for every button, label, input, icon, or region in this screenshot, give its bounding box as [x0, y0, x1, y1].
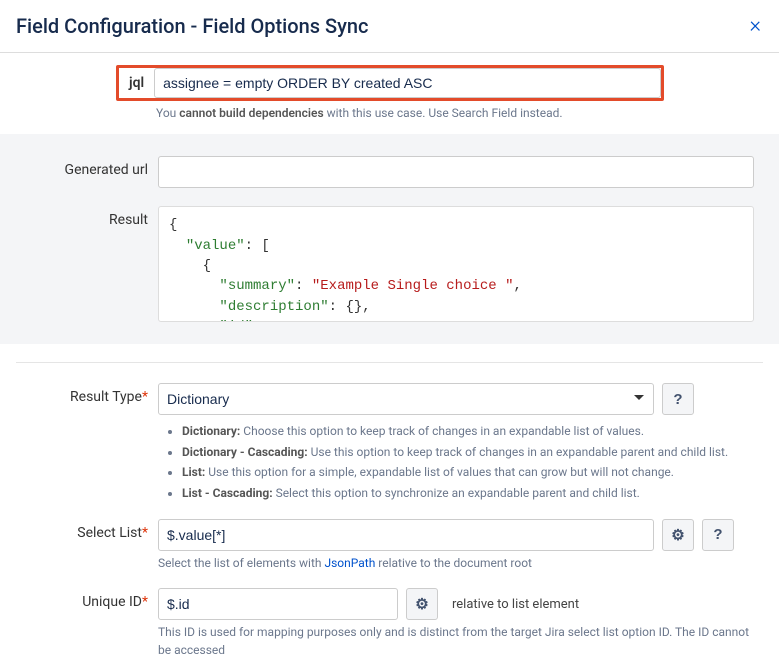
result-type-select[interactable]: Dictionary	[158, 383, 654, 415]
result-label: Result	[16, 206, 158, 228]
select-list-label: Select List*	[16, 519, 158, 541]
help-icon[interactable]: ?	[662, 383, 694, 415]
gear-icon[interactable]: ⚙	[406, 588, 438, 620]
dialog-title: Field Configuration - Field Options Sync	[16, 14, 369, 38]
help-icon[interactable]: ?	[702, 519, 734, 551]
jql-input[interactable]	[154, 68, 661, 98]
close-icon[interactable]: ×	[749, 15, 761, 37]
unique-id-hint: This ID is used for mapping purposes onl…	[158, 624, 763, 659]
result-json: { "value": [ { "summary": "Example Singl…	[158, 206, 754, 322]
unique-id-input[interactable]	[158, 588, 398, 620]
select-list-hint: Select the list of elements with JsonPat…	[158, 555, 763, 572]
unique-id-inline-note: relative to list element	[452, 597, 579, 612]
jql-hint: You cannot build dependencies with this …	[156, 105, 763, 122]
jql-group: jql	[116, 65, 664, 101]
generated-url-input[interactable]	[158, 156, 754, 188]
result-type-label: Result Type*	[16, 383, 158, 405]
generated-url-label: Generated url	[16, 156, 158, 178]
result-type-hints: Dictionary: Choose this option to keep t…	[164, 421, 763, 503]
jsonpath-link[interactable]: JsonPath	[324, 556, 375, 570]
unique-id-label: Unique ID*	[16, 588, 158, 610]
jql-label: jql	[119, 68, 154, 98]
select-list-input[interactable]	[158, 519, 654, 551]
gear-icon[interactable]: ⚙	[662, 519, 694, 551]
